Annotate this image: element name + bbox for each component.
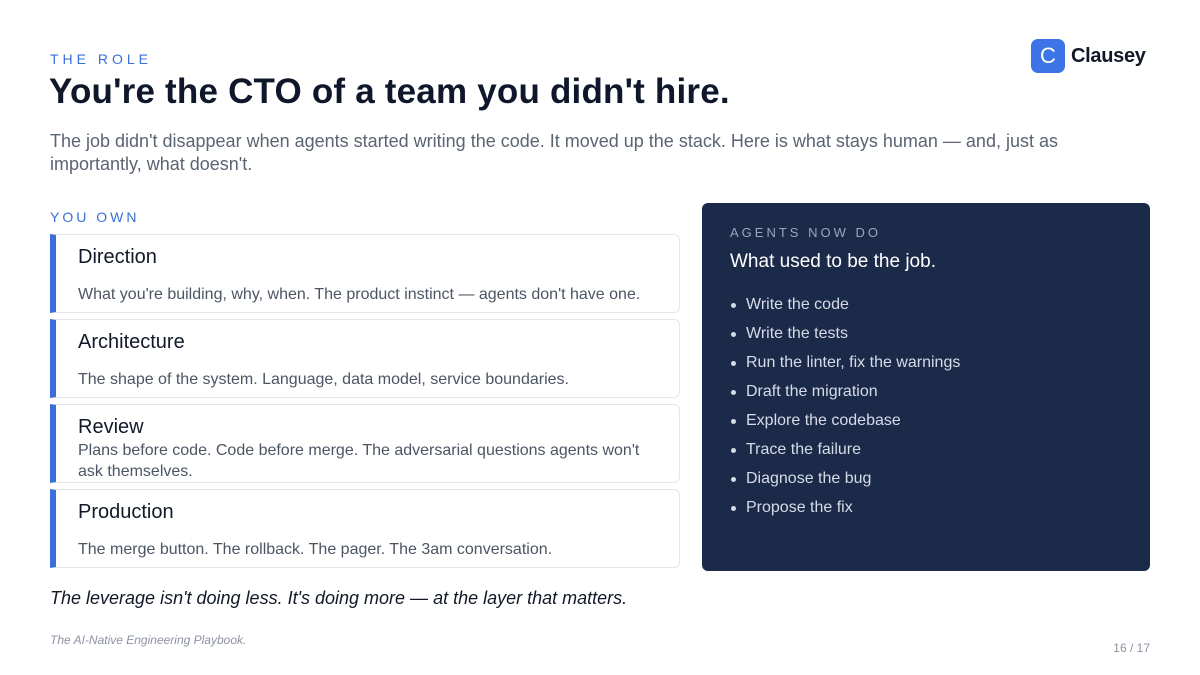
card-title: Production bbox=[78, 501, 174, 523]
list-item: Diagnose the bug bbox=[730, 469, 960, 498]
card-title: Review bbox=[78, 416, 144, 438]
card-production: Production The merge button. The rollbac… bbox=[50, 489, 680, 568]
card-direction: Direction What you're building, why, whe… bbox=[50, 234, 680, 313]
list-item: Run the linter, fix the warnings bbox=[730, 353, 960, 382]
list-item: Trace the failure bbox=[730, 440, 960, 469]
footer-source: The AI-Native Engineering Playbook. bbox=[50, 633, 247, 647]
card-title: Direction bbox=[78, 246, 157, 268]
slide-title: You're the CTO of a team you didn't hire… bbox=[49, 72, 730, 111]
card-review: Review Plans before code. Code before me… bbox=[50, 404, 680, 483]
card-title: Architecture bbox=[78, 331, 185, 353]
list-item: Propose the fix bbox=[730, 498, 960, 527]
agents-eyebrow: AGENTS NOW DO bbox=[730, 225, 881, 240]
card-description: What you're building, why, when. The pro… bbox=[78, 286, 641, 303]
agents-title: What used to be the job. bbox=[730, 251, 936, 272]
page-number: 16 / 17 bbox=[1113, 641, 1150, 655]
agents-panel: AGENTS NOW DO What used to be the job. W… bbox=[702, 203, 1150, 571]
list-item: Write the tests bbox=[730, 324, 960, 353]
agents-task-list: Write the code Write the tests Run the l… bbox=[730, 295, 960, 527]
card-description: The merge button. The rollback. The page… bbox=[78, 541, 553, 558]
card-description: The shape of the system. Language, data … bbox=[78, 371, 569, 388]
slide-subtitle: The job didn't disappear when agents sta… bbox=[50, 131, 1058, 174]
list-item: Explore the codebase bbox=[730, 411, 960, 440]
tagline: The leverage isn't doing less. It's doin… bbox=[50, 588, 628, 608]
logo-mark-icon: C bbox=[1031, 39, 1065, 73]
slide-eyebrow: THE ROLE bbox=[50, 51, 153, 67]
card-architecture: Architecture The shape of the system. La… bbox=[50, 319, 680, 398]
brand-logo: C Clausey bbox=[1031, 39, 1146, 73]
list-item: Write the code bbox=[730, 295, 960, 324]
card-description: Plans before code. Code before merge. Th… bbox=[78, 442, 640, 480]
logo-text: Clausey bbox=[1071, 44, 1146, 67]
list-item: Draft the migration bbox=[730, 382, 960, 411]
you-own-label: YOU OWN bbox=[50, 209, 140, 225]
you-own-cards: Direction What you're building, why, whe… bbox=[50, 234, 680, 574]
